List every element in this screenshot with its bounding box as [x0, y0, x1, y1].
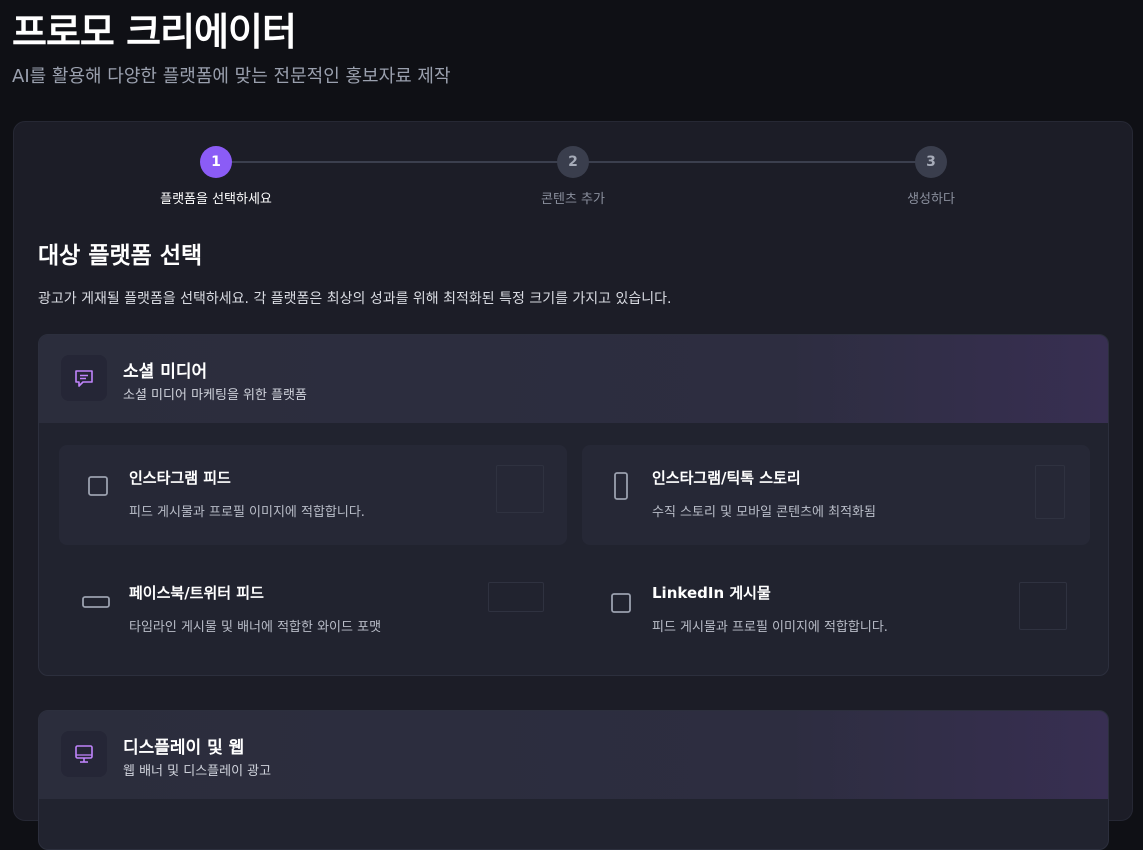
section-description: 광고가 게재될 플랫폼을 선택하세요. 각 플랫폼은 최상의 성과를 위해 최적… [38, 291, 672, 307]
main-panel: 1 플랫폼을 선택하세요 2 콘텐츠 추가 3 생성하다 대상 플랫폼 선택 광… [13, 121, 1133, 850]
option-description: 타임라인 게시물 및 배너에 적합한 와이드 포맷 [129, 620, 382, 635]
category-social-media: 소셜 미디어 소셜 미디어 마케팅을 위한 플랫폼 인스타그램 피드 피드 게시… [38, 334, 1109, 676]
step-label: 콘텐츠 추가 [541, 192, 605, 207]
square-icon [610, 592, 632, 618]
portrait-icon [610, 471, 632, 505]
option-description: 피드 게시물과 프로필 이미지에 적합합니다. [652, 620, 888, 635]
size-preview [1035, 465, 1065, 519]
landscape-icon [81, 594, 111, 614]
option-description: 수직 스토리 및 모바일 콘텐츠에 최적화됨 [652, 505, 876, 520]
page-title: 프로모 크리에이터 [12, 10, 297, 54]
category-display-web: 디스플레이 및 웹 웹 배너 및 디스플레이 광고 [38, 710, 1109, 850]
category-options: 인스타그램 피드 피드 게시물과 프로필 이미지에 적합합니다. 인스타그램/틱… [39, 423, 1108, 675]
option-title: 인스타그램 피드 [129, 469, 231, 487]
step-2[interactable]: 2 콘텐츠 추가 [453, 146, 693, 207]
category-title: 디스플레이 및 웹 [123, 738, 245, 758]
step-label: 플랫폼을 선택하세요 [160, 192, 272, 207]
option-description: 피드 게시물과 프로필 이미지에 적합합니다. [129, 505, 365, 520]
option-instagram-tiktok-story[interactable]: 인스타그램/틱톡 스토리 수직 스토리 및 모바일 콘텐츠에 최적화됨 [582, 445, 1090, 545]
page-header: 프로모 크리에이터 AI를 활용해 다양한 플랫폼에 맞는 전문적인 홍보자료 … [12, 8, 451, 88]
category-header[interactable]: 디스플레이 및 웹 웹 배너 및 디스플레이 광고 [39, 711, 1108, 799]
step-1[interactable]: 1 플랫폼을 선택하세요 [96, 146, 336, 207]
size-preview [496, 465, 544, 513]
step-label: 생성하다 [907, 192, 955, 207]
step-number: 3 [915, 146, 947, 178]
option-linkedin-post[interactable]: LinkedIn 게시물 피드 게시물과 프로필 이미지에 적합합니다. [582, 560, 1090, 660]
step-number: 2 [557, 146, 589, 178]
option-facebook-twitter-feed[interactable]: 페이스북/트위터 피드 타임라인 게시물 및 배너에 적합한 와이드 포맷 [59, 560, 567, 660]
category-subtitle: 웹 배너 및 디스플레이 광고 [123, 764, 272, 779]
size-preview [488, 582, 544, 612]
stepper: 1 플랫폼을 선택하세요 2 콘텐츠 추가 3 생성하다 [14, 146, 1132, 216]
category-header[interactable]: 소셜 미디어 소셜 미디어 마케팅을 위한 플랫폼 [39, 335, 1108, 423]
square-icon [87, 475, 109, 501]
step-number: 1 [200, 146, 232, 178]
message-icon [61, 355, 107, 401]
option-instagram-feed[interactable]: 인스타그램 피드 피드 게시물과 프로필 이미지에 적합합니다. [59, 445, 567, 545]
option-title: 페이스북/트위터 피드 [129, 584, 264, 602]
step-3[interactable]: 3 생성하다 [811, 146, 1051, 207]
page-subtitle: AI를 활용해 다양한 플랫폼에 맞는 전문적인 홍보자료 제작 [12, 66, 451, 87]
category-subtitle: 소셜 미디어 마케팅을 위한 플랫폼 [123, 388, 307, 403]
option-title: 인스타그램/틱톡 스토리 [652, 469, 801, 487]
category-title: 소셜 미디어 [123, 362, 208, 382]
option-title: LinkedIn 게시물 [652, 584, 771, 602]
monitor-icon [61, 731, 107, 777]
size-preview [1019, 582, 1067, 630]
section-title: 대상 플랫폼 선택 [38, 243, 203, 269]
